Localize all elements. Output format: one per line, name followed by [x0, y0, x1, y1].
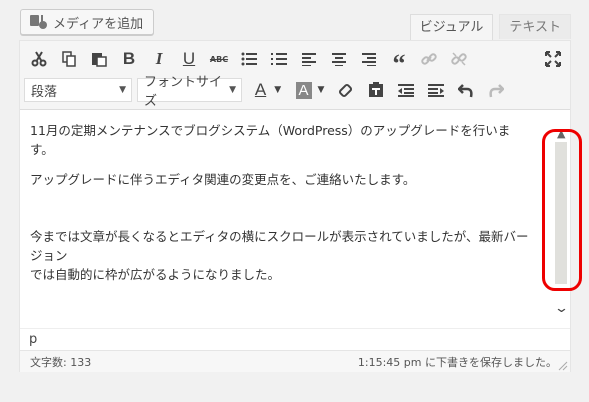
text-color-icon: A [254, 80, 267, 99]
element-path-bar[interactable]: p [20, 328, 570, 350]
fullscreen-icon[interactable] [538, 45, 568, 73]
indent-icon[interactable] [421, 76, 451, 104]
undo-icon[interactable] [451, 76, 481, 104]
media-icon [29, 13, 49, 31]
toolbar-row-2: 段落 ▼ フォントサイズ ▼ A ▼ A ▼ [24, 75, 511, 109]
cut-icon[interactable] [24, 45, 54, 73]
align-right-icon[interactable] [354, 45, 384, 73]
blockquote-icon[interactable]: “ [384, 45, 414, 78]
editor-tabs: ビジュアル テキスト [409, 14, 571, 40]
content-line: では自動的に枠が広がるようになりました。 [30, 267, 281, 282]
resize-grip-icon[interactable] [558, 361, 568, 371]
scroll-down-arrow-icon[interactable]: ⌄ [554, 301, 569, 316]
paste-text-icon[interactable] [361, 76, 391, 104]
align-left-icon[interactable] [294, 45, 324, 73]
status-bar: 文字数: 133 1:15:45 pm に下書きを保存しました。 [20, 350, 570, 372]
toolbar-row-1: B I U ABC “ [24, 45, 561, 78]
strikethrough-icon[interactable]: ABC [204, 45, 234, 73]
content-line: 今までは文章が長くなるとエディタの横にスクロールが表示されていましたが、最新バー… [30, 229, 529, 263]
bullet-list-icon[interactable] [234, 45, 264, 73]
chevron-down-icon: ▼ [317, 85, 325, 95]
text-color-button[interactable]: A ▼ [247, 76, 289, 104]
outdent-icon[interactable] [391, 76, 421, 104]
eraser-icon[interactable] [331, 76, 361, 104]
unlink-icon[interactable] [444, 45, 474, 73]
autosave-status: 1:15:45 pm に下書きを保存しました。 [357, 355, 557, 369]
tab-visual[interactable]: ビジュアル [409, 14, 494, 40]
content-paragraph: 11月の定期メンテナンスでブログシステム（WordPress）のアップグレードを… [30, 123, 511, 157]
paste-icon[interactable] [84, 45, 114, 73]
align-center-icon[interactable] [324, 45, 354, 73]
bold-icon[interactable]: B [114, 45, 144, 73]
scrollbar-highlight-annotation [542, 129, 582, 291]
chevron-down-icon: ▼ [274, 85, 282, 95]
add-media-label: メディアを追加 [53, 16, 144, 32]
chevron-down-icon: ▼ [229, 85, 236, 95]
redo-icon[interactable] [481, 76, 511, 104]
content-paragraph: 今までは文章が長くなるとエディタの横にスクロールが表示されていましたが、最新バー… [30, 227, 534, 284]
numbered-list-icon[interactable] [264, 45, 294, 73]
format-select[interactable]: 段落 ▼ [24, 78, 132, 102]
editor-frame: B I U ABC “ 段落 ▼ フォントサイズ ▼ A ▼ A ▼ 11月の定… [19, 40, 582, 372]
content-paragraph: アップグレードに伴うエディタ関連の変更点を、ご連絡いたします。 [30, 172, 416, 187]
underline-icon[interactable]: U [174, 45, 204, 73]
copy-icon[interactable] [54, 45, 84, 73]
editor-toolbar: B I U ABC “ 段落 ▼ フォントサイズ ▼ A ▼ A ▼ [20, 41, 570, 110]
italic-icon[interactable]: I [144, 45, 174, 73]
link-icon[interactable] [414, 45, 444, 73]
background-color-button[interactable]: A ▼ [289, 76, 331, 104]
editor-content[interactable]: 11月の定期メンテナンスでブログシステム（WordPress）のアップグレードを… [20, 111, 544, 327]
tab-text[interactable]: テキスト [499, 14, 571, 39]
fontsize-select-value: フォントサイズ [144, 75, 223, 109]
chevron-down-icon: ▼ [119, 85, 126, 95]
background-color-icon: A [295, 81, 312, 99]
add-media-button[interactable]: メディアを追加 [20, 9, 155, 35]
format-select-value: 段落 [31, 84, 58, 100]
word-count: 文字数: 133 [30, 355, 92, 369]
fontsize-select[interactable]: フォントサイズ ▼ [137, 75, 242, 109]
